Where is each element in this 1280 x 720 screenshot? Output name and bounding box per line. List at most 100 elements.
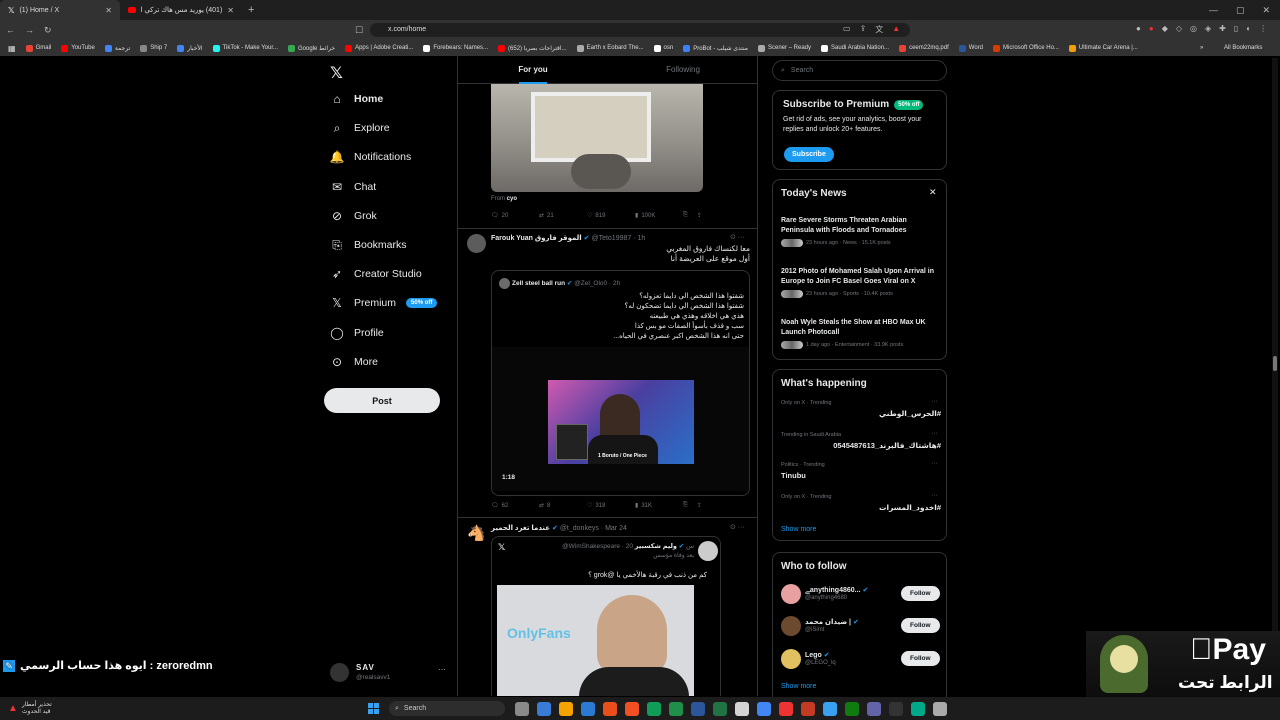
bookmark-item[interactable]: ceem22mq.pdf [899,44,949,52]
taskbar-app-icon[interactable] [779,701,793,716]
translate-icon[interactable]: 文 [875,24,883,35]
sidebar-item-more[interactable]: ⊙ More [330,355,378,369]
bookmark-button[interactable]: ⎘ [683,212,697,219]
bookmark-item[interactable]: Saudi Arabia Nation... [821,44,889,52]
sidebar-item-profile[interactable]: ◯ Profile [330,326,383,340]
weather-widget[interactable]: ▲ تحذير أمطار قيد الحدوث [0,702,360,716]
bookmark-item[interactable]: Google خرائط [288,44,335,52]
follow-suggestion[interactable]: Lego ✔ @LEGO_lq Follow [781,648,941,670]
all-bookmarks[interactable]: All Bookmarks [1224,45,1262,51]
extension-icon[interactable]: ◇ [1176,24,1182,33]
views-button[interactable]: ▮ 31K [635,502,683,510]
embedded-screenshot[interactable]: 𝕏 @WimShakespeare · 20 س ✔ وليم شكسبير ي… [491,536,721,696]
extension-icon[interactable]: ● [1136,24,1141,33]
taskbar-app-icon[interactable] [823,701,837,716]
bookmark-item[interactable]: Word [958,44,983,52]
follow-button[interactable]: Follow [901,651,940,666]
taskbar-app-icon[interactable] [911,701,925,716]
share-icon[interactable]: ⇪ [860,24,867,35]
profile-icon[interactable]: ◐ [1246,24,1251,33]
reload-icon[interactable]: ↻ [44,25,52,36]
trend-more-icon[interactable]: ··· [931,430,938,437]
menu-icon[interactable]: ⋮ [1259,24,1267,33]
avatar[interactable] [467,234,486,253]
tweet-media-image[interactable] [491,84,703,192]
tweet-more-icon[interactable]: ⊙ ··· [730,523,745,531]
bookmark-item[interactable]: osn [653,44,673,52]
extension-icon[interactable]: ◈ [1205,24,1211,33]
back-icon[interactable]: ← [6,25,15,35]
tab-following[interactable]: Following [608,56,757,83]
taskbar-app-icon[interactable] [757,701,771,716]
bookmark-item[interactable]: Gmail [25,44,51,52]
x-logo-icon[interactable]: 𝕏 [330,63,343,83]
subscribe-button[interactable]: Subscribe [784,147,834,162]
url-field[interactable]: x.com/home [370,23,910,37]
extension-icon[interactable]: ◆ [1162,24,1168,33]
taskbar-app-icon[interactable] [559,701,573,716]
quote-tweet[interactable]: Zell steel ball run ✔ @Zel_Olo0 · 2h شفت… [491,270,750,496]
bookmark-item[interactable]: Scener – Ready [757,44,811,52]
taskbar-app-icon[interactable] [845,701,859,716]
taskbar-app-icon[interactable] [669,701,683,716]
install-icon[interactable]: ▭ [843,24,851,35]
trend-item[interactable]: Trending in Saudi Arabia #هاشتاك_فالبرند_… [781,430,941,458]
show-more-follow[interactable]: Show more [781,683,816,690]
puzzle-icon[interactable]: ✚ [1219,24,1226,33]
sidebar-item-premium[interactable]: 𝕏 Premium 50% off [330,296,438,310]
windows-start-icon[interactable] [368,703,379,714]
bookmark-item[interactable]: ترجمة [104,44,130,52]
alert-icon[interactable]: ▲ [892,24,900,35]
donkey-avatar-icon[interactable]: 🐴 [467,524,486,543]
tweet-author[interactable]: Farouk Yuan الموقر فاروق ✔ @Teto19987 · … [491,234,645,242]
trend-more-icon[interactable]: ··· [931,398,938,405]
taskbar-app-icon[interactable] [867,701,881,716]
taskbar-app-icon[interactable] [713,701,727,716]
maximize-icon[interactable]: ▢ [1236,5,1245,16]
views-button[interactable]: ▮ 100K [635,212,683,220]
like-button[interactable]: ♡ 318 [587,502,635,510]
follow-suggestion[interactable]: ﮯanything4860... ✔ @anything4680 Follow [781,583,941,605]
taskbar-app-icon[interactable] [515,701,529,716]
news-item[interactable]: Rare Severe Storms Threaten Arabian Peni… [781,216,941,247]
bookmark-item[interactable]: YouTube [61,44,95,52]
extension-icon[interactable]: ● [1149,24,1154,33]
tweet-more-icon[interactable]: ⊙ ··· [730,233,745,241]
bookmark-item[interactable]: TikTok - Make Your... [212,44,278,52]
page-scrollbar[interactable] [1272,58,1278,696]
bookmark-button[interactable]: ⎘ [683,502,697,509]
apps-icon[interactable]: ▦ [8,44,16,53]
new-tab-icon[interactable]: + [242,4,260,16]
bookmark-item[interactable]: (652) اقتراحات بصريا... [498,44,567,52]
sidebar-toggle-icon[interactable]: ▯ [1234,24,1238,33]
quote-video[interactable]: 1 Boruto / One Piece 1:18 [492,347,749,491]
news-item[interactable]: Noah Wyle Steals the Show at HBO Max UK … [781,318,941,349]
post-button[interactable]: Post [324,388,440,413]
repost-button[interactable]: ⇄ 21 [539,212,587,220]
tab-for-you[interactable]: For you [458,56,608,91]
forward-icon[interactable]: → [25,25,34,35]
sidebar-item-home[interactable]: ⌂ Home [330,92,383,106]
bookmark-item[interactable]: Ultimate Car Arena |... [1068,44,1138,52]
show-more-trends[interactable]: Show more [781,526,816,533]
news-item[interactable]: 2012 Photo of Mohamed Salah Upon Arrival… [781,267,941,298]
taskbar-app-icon[interactable] [691,701,705,716]
browser-tab-youtube[interactable]: (401) يوريد مس هاك تركي اليمنيش ✕ [120,0,242,20]
bookmark-page-icon[interactable]: ☐ [355,25,363,36]
bookmark-item[interactable]: ProBot - منتدى شيلب [683,44,748,52]
taskbar-app-icon[interactable] [647,701,661,716]
trend-item[interactable]: Only on X · Trending #الحرس_الوطني ··· [781,398,941,426]
close-tab-icon[interactable]: ✕ [227,6,234,15]
sidebar-item-creator-studio[interactable]: ➶ Creator Studio [330,267,422,281]
close-icon[interactable]: ✕ [929,187,937,198]
taskbar-app-icon[interactable] [625,701,639,716]
like-button[interactable]: ♡ 819 [587,212,635,220]
sidebar-item-bookmarks[interactable]: ⎘ Bookmarks [330,238,406,252]
follow-button[interactable]: Follow [901,586,940,601]
follow-suggestion[interactable]: ضيدان محمد | ✔ @iSimt Follow [781,615,941,637]
trend-more-icon[interactable]: ··· [931,492,938,499]
search-input[interactable]: ⌕ Search [772,60,947,81]
sidebar-item-notifications[interactable]: 🔔 Notifications [330,150,412,164]
taskbar-app-icon[interactable] [581,701,595,716]
repost-button[interactable]: ⇄ 8 [539,502,587,510]
